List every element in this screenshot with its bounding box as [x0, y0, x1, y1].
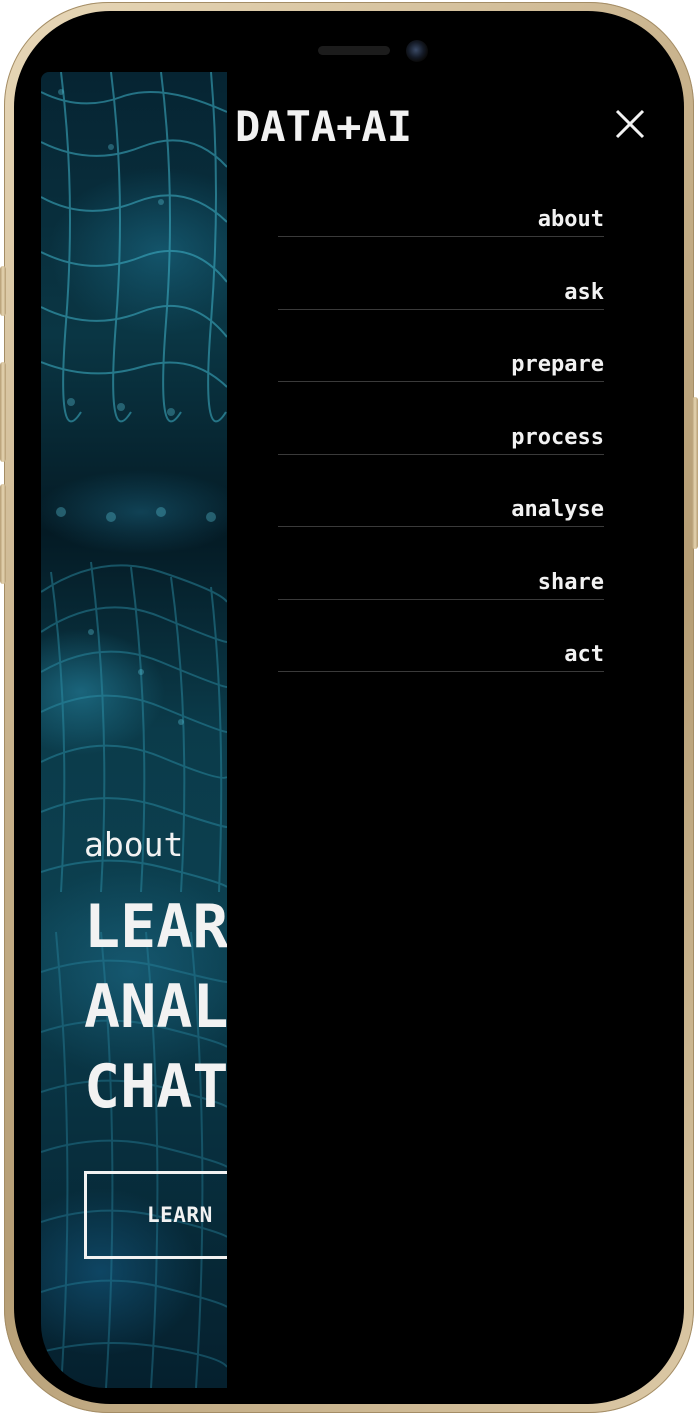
screen: about LEAR ANAL CHAT LEARN DATA+AI about	[41, 72, 666, 1388]
device-volume-down-button	[0, 484, 6, 584]
nav-item-label: analyse	[511, 497, 604, 522]
nav-item-share[interactable]: share	[278, 527, 604, 600]
nav-menu: about ask prepare process analyse share	[278, 202, 604, 672]
nav-item-about[interactable]: about	[278, 202, 604, 237]
hero-headline: LEAR ANAL CHAT	[84, 887, 227, 1127]
close-menu-button[interactable]	[615, 109, 645, 139]
front-camera-icon	[406, 40, 428, 62]
nav-item-label: prepare	[511, 352, 604, 377]
nav-item-process[interactable]: process	[278, 382, 604, 455]
nav-item-prepare[interactable]: prepare	[278, 310, 604, 382]
nav-item-label: act	[564, 642, 604, 667]
nav-item-label: process	[511, 424, 604, 450]
nav-item-act[interactable]: act	[278, 600, 604, 672]
nav-item-analyse[interactable]: analyse	[278, 455, 604, 527]
hero-headline-line: CHAT	[84, 1052, 227, 1122]
nav-item-label: share	[537, 569, 604, 595]
close-icon	[615, 109, 645, 139]
nav-item-label: ask	[564, 279, 604, 305]
nav-item-ask[interactable]: ask	[278, 237, 604, 310]
device-power-button	[692, 397, 698, 549]
earpiece-speaker	[318, 46, 390, 55]
nav-drawer: DATA+AI about ask prepare process analys…	[227, 72, 666, 1388]
phone-frame: about LEAR ANAL CHAT LEARN DATA+AI about	[0, 2, 698, 1413]
brand-logo[interactable]: DATA+AI	[235, 102, 412, 151]
device-action-button	[0, 266, 6, 316]
hero-headline-line: ANAL	[84, 972, 227, 1042]
hero-background-image: about LEAR ANAL CHAT LEARN	[41, 72, 227, 1388]
hero-eyebrow: about	[84, 825, 184, 864]
hero-headline-line: LEAR	[84, 892, 227, 962]
learn-more-button[interactable]: LEARN	[84, 1171, 227, 1259]
device-volume-up-button	[0, 362, 6, 462]
nav-item-label: about	[537, 207, 604, 232]
